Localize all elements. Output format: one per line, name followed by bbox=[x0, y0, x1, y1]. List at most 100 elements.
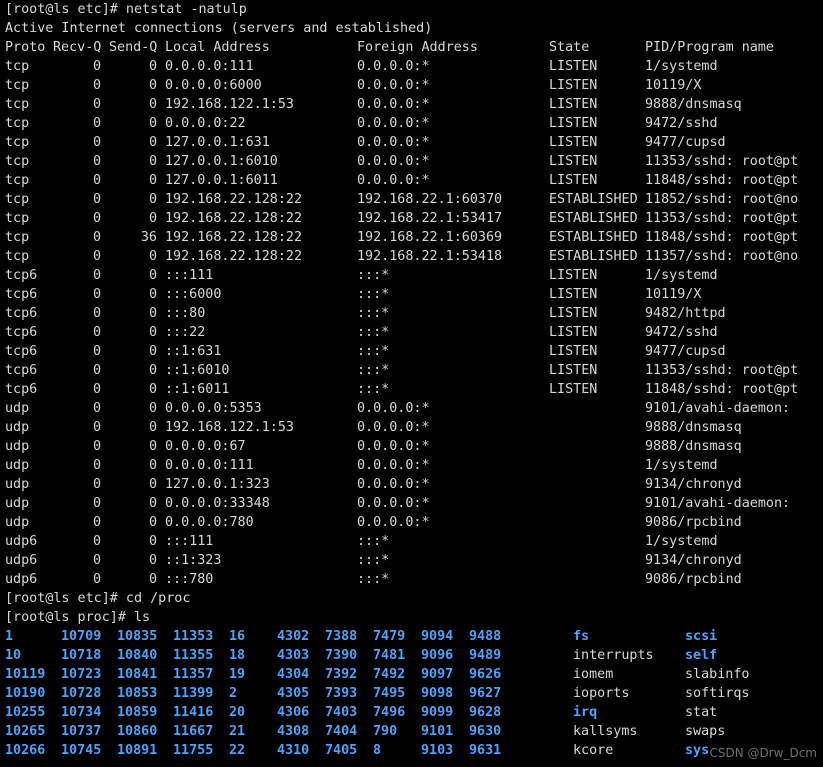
proc-pid-dir: 9101 bbox=[421, 724, 454, 739]
local-address-cell: 127.0.0.1:6010 bbox=[165, 154, 278, 169]
state-cell: LISTEN bbox=[549, 363, 598, 378]
sendq-cell: 0 bbox=[148, 401, 157, 416]
proc-pid-dir: 2 bbox=[229, 686, 238, 701]
local-address-cell: 0.0.0.0:22 bbox=[165, 116, 246, 131]
proc-pid-dir: 7481 bbox=[373, 648, 406, 663]
proto-cell: udp6 bbox=[5, 534, 38, 549]
command-text: [root@ls etc]# netstat -natulp bbox=[5, 2, 247, 17]
sendq-cell: 0 bbox=[148, 553, 157, 568]
state-cell: LISTEN bbox=[549, 59, 598, 74]
foreign-address-cell: 0.0.0.0:* bbox=[357, 116, 430, 131]
proc-pid-dir: 10841 bbox=[117, 667, 158, 682]
local-address-cell: 0.0.0.0:111 bbox=[165, 458, 254, 473]
state-cell: LISTEN bbox=[549, 287, 598, 302]
pid-program-cell: 11848/sshd: root@pt bbox=[645, 382, 799, 397]
proc-pid-dir: 10255 bbox=[5, 705, 46, 720]
proc-pid-dir: 20 bbox=[229, 705, 246, 720]
recvq-cell: 0 bbox=[92, 534, 101, 549]
foreign-address-cell: :::* bbox=[357, 344, 390, 359]
pid-program-cell: 11353/sshd: root@pt bbox=[645, 211, 799, 226]
recvq-cell: 0 bbox=[92, 78, 101, 93]
state-cell: LISTEN bbox=[549, 78, 598, 93]
header-local-address: Local Address bbox=[165, 40, 270, 55]
local-address-cell: 192.168.22.128:22 bbox=[165, 192, 303, 207]
pid-program-cell: 1/systemd bbox=[645, 534, 718, 549]
recvq-cell: 0 bbox=[92, 249, 101, 264]
state-cell: LISTEN bbox=[549, 97, 598, 112]
proc-dir-entry: self bbox=[685, 648, 718, 663]
proc-pid-dir: 9103 bbox=[421, 743, 454, 758]
local-address-cell: 0.0.0.0:33348 bbox=[165, 496, 270, 511]
proc-pid-dir: 11667 bbox=[173, 724, 214, 739]
pid-program-cell: 9888/dnsmasq bbox=[645, 97, 742, 112]
proc-pid-dir: 10728 bbox=[61, 686, 102, 701]
proc-pid-dir: 7405 bbox=[325, 743, 358, 758]
sendq-cell: 0 bbox=[148, 249, 157, 264]
recvq-cell: 0 bbox=[92, 211, 101, 226]
header-foreign-address: Foreign Address bbox=[357, 40, 478, 55]
proto-cell: tcp bbox=[5, 135, 30, 150]
local-address-cell: 0.0.0.0:67 bbox=[165, 439, 246, 454]
proc-file-entry: slabinfo bbox=[685, 667, 750, 682]
proc-pid-dir: 7492 bbox=[373, 667, 406, 682]
csdn-watermark: CSDN @Drw_Dcm bbox=[709, 746, 817, 760]
proc-dir-entry: irq bbox=[573, 705, 598, 720]
proc-pid-dir: 7495 bbox=[373, 686, 406, 701]
recvq-cell: 0 bbox=[92, 287, 101, 302]
local-address-cell: 192.168.22.128:22 bbox=[165, 230, 303, 245]
foreign-address-cell: :::* bbox=[357, 325, 390, 340]
sendq-cell: 0 bbox=[148, 306, 157, 321]
recvq-cell: 0 bbox=[92, 97, 101, 112]
header-proto: Proto bbox=[5, 40, 46, 55]
foreign-address-cell: 0.0.0.0:* bbox=[357, 477, 430, 492]
state-cell: LISTEN bbox=[549, 268, 598, 283]
pid-program-cell: 1/systemd bbox=[645, 268, 718, 283]
local-address-cell: 192.168.22.128:22 bbox=[165, 249, 303, 264]
foreign-address-cell: :::* bbox=[357, 363, 390, 378]
proc-pid-dir: 10737 bbox=[61, 724, 102, 739]
proc-pid-dir: 9096 bbox=[421, 648, 454, 663]
recvq-cell: 0 bbox=[92, 553, 101, 568]
sendq-cell: 0 bbox=[148, 135, 157, 150]
recvq-cell: 0 bbox=[92, 515, 101, 530]
proc-pid-dir: 9628 bbox=[469, 705, 502, 720]
proc-pid-dir: 4306 bbox=[277, 705, 310, 720]
local-address-cell: ::1:323 bbox=[165, 553, 222, 568]
local-address-cell: 192.168.22.128:22 bbox=[165, 211, 303, 226]
proc-pid-dir: 21 bbox=[229, 724, 246, 739]
proc-pid-dir: 10723 bbox=[61, 667, 102, 682]
foreign-address-cell: 0.0.0.0:* bbox=[357, 496, 430, 511]
local-address-cell: :::111 bbox=[165, 268, 214, 283]
proc-pid-dir: 10266 bbox=[5, 743, 46, 758]
recvq-cell: 0 bbox=[92, 401, 101, 416]
proto-cell: tcp6 bbox=[5, 363, 38, 378]
state-cell: LISTEN bbox=[549, 154, 598, 169]
state-cell: LISTEN bbox=[549, 173, 598, 188]
proc-dir-entry: sys bbox=[685, 743, 710, 758]
state-cell: LISTEN bbox=[549, 306, 598, 321]
proc-pid-dir: 7403 bbox=[325, 705, 358, 720]
local-address-cell: :::80 bbox=[165, 306, 206, 321]
proc-file-entry: ioports bbox=[573, 686, 630, 701]
proto-cell: tcp bbox=[5, 230, 30, 245]
proc-pid-dir: 10859 bbox=[117, 705, 158, 720]
sendq-cell: 0 bbox=[148, 116, 157, 131]
proc-pid-dir: 8 bbox=[373, 743, 382, 758]
proc-pid-dir: 10 bbox=[5, 648, 22, 663]
local-address-cell: 127.0.0.1:631 bbox=[165, 135, 270, 150]
proto-cell: tcp bbox=[5, 97, 30, 112]
terminal-window[interactable]: [root@ls etc]# netstat -natulp Active In… bbox=[0, 0, 823, 767]
proc-pid-dir: 19 bbox=[229, 667, 246, 682]
proc-pid-dir: 9631 bbox=[469, 743, 502, 758]
foreign-address-cell: 0.0.0.0:* bbox=[357, 401, 430, 416]
pid-program-cell: 9477/cupsd bbox=[645, 135, 726, 150]
foreign-address-cell: 0.0.0.0:* bbox=[357, 78, 430, 93]
recvq-cell: 0 bbox=[92, 344, 101, 359]
summary-line: Active Internet connections (servers and… bbox=[0, 19, 432, 38]
proc-file-entry: kcore bbox=[573, 743, 614, 758]
sendq-cell: 0 bbox=[148, 192, 157, 207]
header-recvq: Recv-Q bbox=[53, 40, 102, 55]
proc-pid-dir: 4304 bbox=[277, 667, 310, 682]
proc-pid-dir: 7496 bbox=[373, 705, 406, 720]
recvq-cell: 0 bbox=[92, 116, 101, 131]
